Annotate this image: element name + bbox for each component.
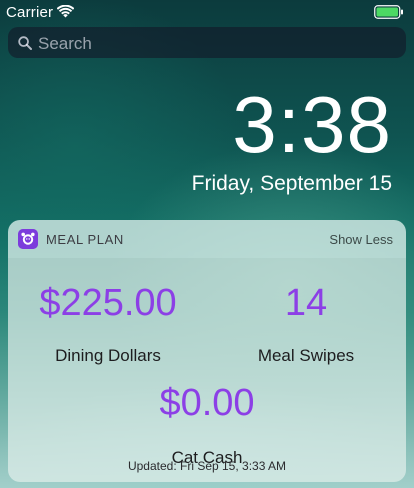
meal-plan-widget: MEAL PLAN Show Less $225.00 Dining Dolla… (8, 220, 406, 482)
widget-body: $225.00 Dining Dollars 14 Meal Swipes $0… (8, 258, 406, 482)
search-icon (18, 36, 32, 50)
status-bar: Carrier (0, 0, 414, 24)
dining-dollars-value: $225.00 (39, 282, 177, 324)
battery-icon (374, 5, 403, 19)
meal-plan-app-icon (18, 229, 38, 249)
widget-header: MEAL PLAN Show Less (8, 220, 406, 258)
widget-app-name: MEAL PLAN (46, 232, 124, 247)
show-less-button[interactable]: Show Less (329, 232, 393, 247)
carrier-label: Carrier (6, 4, 54, 21)
wifi-icon (57, 5, 74, 18)
search-placeholder: Search (38, 34, 92, 53)
search-bar[interactable]: Search (8, 27, 406, 58)
lock-screen-time: 3:38 (232, 80, 392, 169)
updated-timestamp: Updated: Fri Sep 15, 3:33 AM (127, 459, 287, 473)
meal-swipes-value: 14 (284, 282, 328, 324)
lock-screen-date: Friday, September 15 (191, 172, 392, 195)
cat-cash-value: $0.00 (159, 382, 255, 424)
meal-swipes-label: Meal Swipes (257, 346, 355, 365)
dining-dollars-label: Dining Dollars (55, 346, 161, 365)
